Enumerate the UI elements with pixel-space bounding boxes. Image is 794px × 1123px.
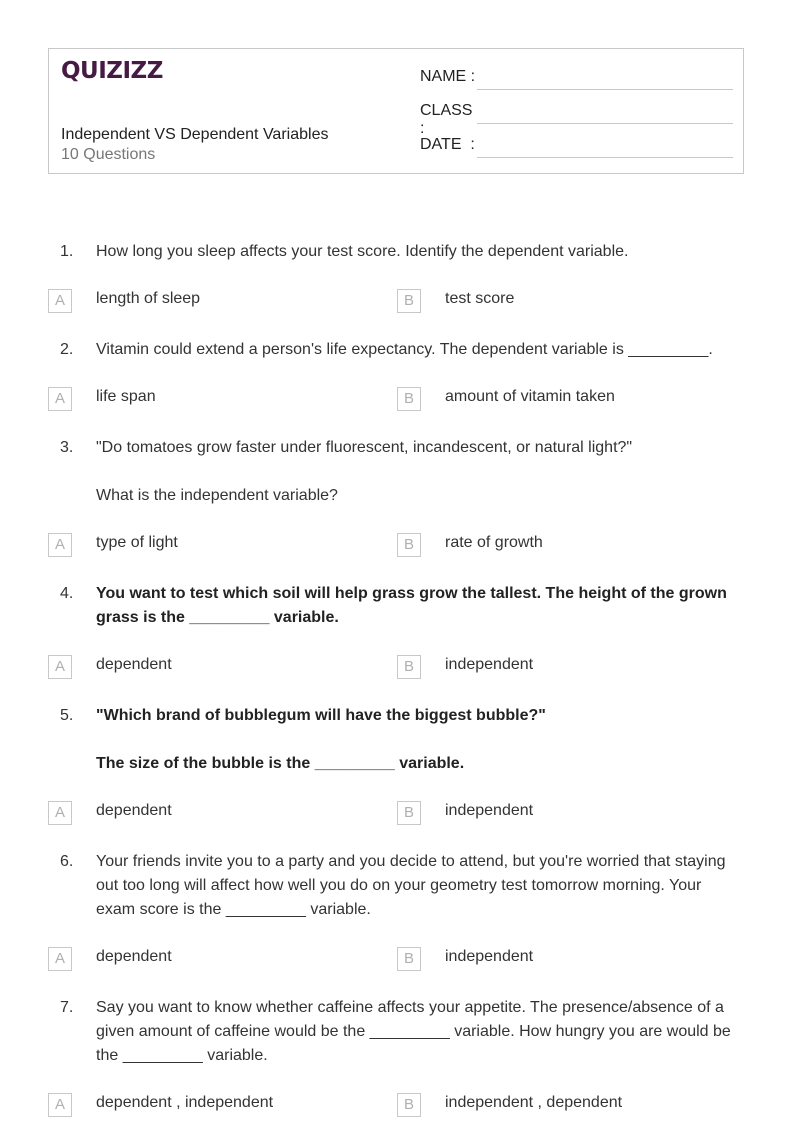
question-count: 10 Questions: [61, 146, 156, 163]
name-field[interactable]: NAME :: [420, 68, 733, 90]
option-letter: B: [397, 947, 421, 971]
question-number: 1.: [60, 243, 74, 260]
question-number: 3.: [60, 439, 74, 456]
question-paragraph: How long you sleep affects your test sco…: [96, 243, 629, 260]
question-text: Vitamin could extend a person's life exp…: [96, 338, 736, 362]
option-text: amount of vitamin taken: [445, 388, 615, 405]
question-number: 7.: [60, 999, 74, 1016]
option-letter: B: [397, 655, 421, 679]
date-label: DATE :: [420, 136, 475, 153]
question-paragraph: "Do tomatoes grow faster under fluoresce…: [96, 439, 633, 456]
question-paragraph: You want to test which soil will help gr…: [96, 585, 727, 626]
option-text: dependent: [96, 656, 172, 673]
question-text: "Do tomatoes grow faster under fluoresce…: [96, 436, 736, 508]
option-letter: A: [48, 387, 72, 411]
option-text: test score: [445, 290, 515, 307]
option-text: dependent , independent: [96, 1094, 274, 1111]
option-text: type of light: [96, 534, 178, 551]
option-text: independent: [445, 948, 534, 965]
option-letter: A: [48, 947, 72, 971]
question-text: You want to test which soil will help gr…: [96, 582, 736, 630]
quizizz-logo: QUIZIZZ: [61, 58, 163, 84]
option-letter: B: [397, 289, 421, 313]
question-paragraph: Vitamin could extend a person's life exp…: [96, 341, 713, 358]
option-letter: A: [48, 533, 72, 557]
question-paragraph: "Which brand of bubblegum will have the …: [96, 707, 546, 724]
name-line[interactable]: [477, 89, 733, 90]
option-letter: A: [48, 801, 72, 825]
question-number: 5.: [60, 707, 74, 724]
worksheet-title: Independent VS Dependent Variables: [61, 126, 329, 143]
option-text: length of sleep: [96, 290, 201, 307]
option-letter: A: [48, 289, 72, 313]
question-paragraph: The size of the bubble is the _________ …: [96, 755, 465, 772]
question-text: Your friends invite you to a party and y…: [96, 850, 736, 922]
option-text: independent: [445, 656, 534, 673]
option-text: independent , dependent: [445, 1094, 623, 1111]
question-paragraph: Say you want to know whether caffeine af…: [96, 999, 731, 1064]
date-line[interactable]: [477, 157, 733, 158]
option-text: independent: [445, 802, 534, 819]
question-number: 2.: [60, 341, 74, 358]
option-letter: A: [48, 655, 72, 679]
class-field[interactable]: CLASS :: [420, 102, 733, 138]
class-label: CLASS :: [420, 102, 473, 137]
option-text: life span: [96, 388, 156, 405]
question-paragraph: What is the independent variable?: [96, 487, 338, 504]
option-letter: A: [48, 1093, 72, 1117]
question-number: 6.: [60, 853, 74, 870]
option-letter: B: [397, 801, 421, 825]
option-text: dependent: [96, 802, 172, 819]
worksheet-header: QUIZIZZ Independent VS Dependent Variabl…: [48, 48, 744, 174]
question-paragraph: Your friends invite you to a party and y…: [96, 853, 726, 918]
question-text: Say you want to know whether caffeine af…: [96, 996, 736, 1068]
option-letter: B: [397, 1093, 421, 1117]
question-number: 4.: [60, 585, 74, 602]
question-text: How long you sleep affects your test sco…: [96, 240, 736, 264]
option-text: dependent: [96, 948, 172, 965]
option-letter: B: [397, 387, 421, 411]
class-line[interactable]: [477, 123, 733, 124]
question-text: "Which brand of bubblegum will have the …: [96, 704, 736, 776]
date-field[interactable]: DATE :: [420, 136, 733, 158]
name-label: NAME :: [420, 68, 476, 85]
option-text: rate of growth: [445, 534, 543, 551]
option-letter: B: [397, 533, 421, 557]
